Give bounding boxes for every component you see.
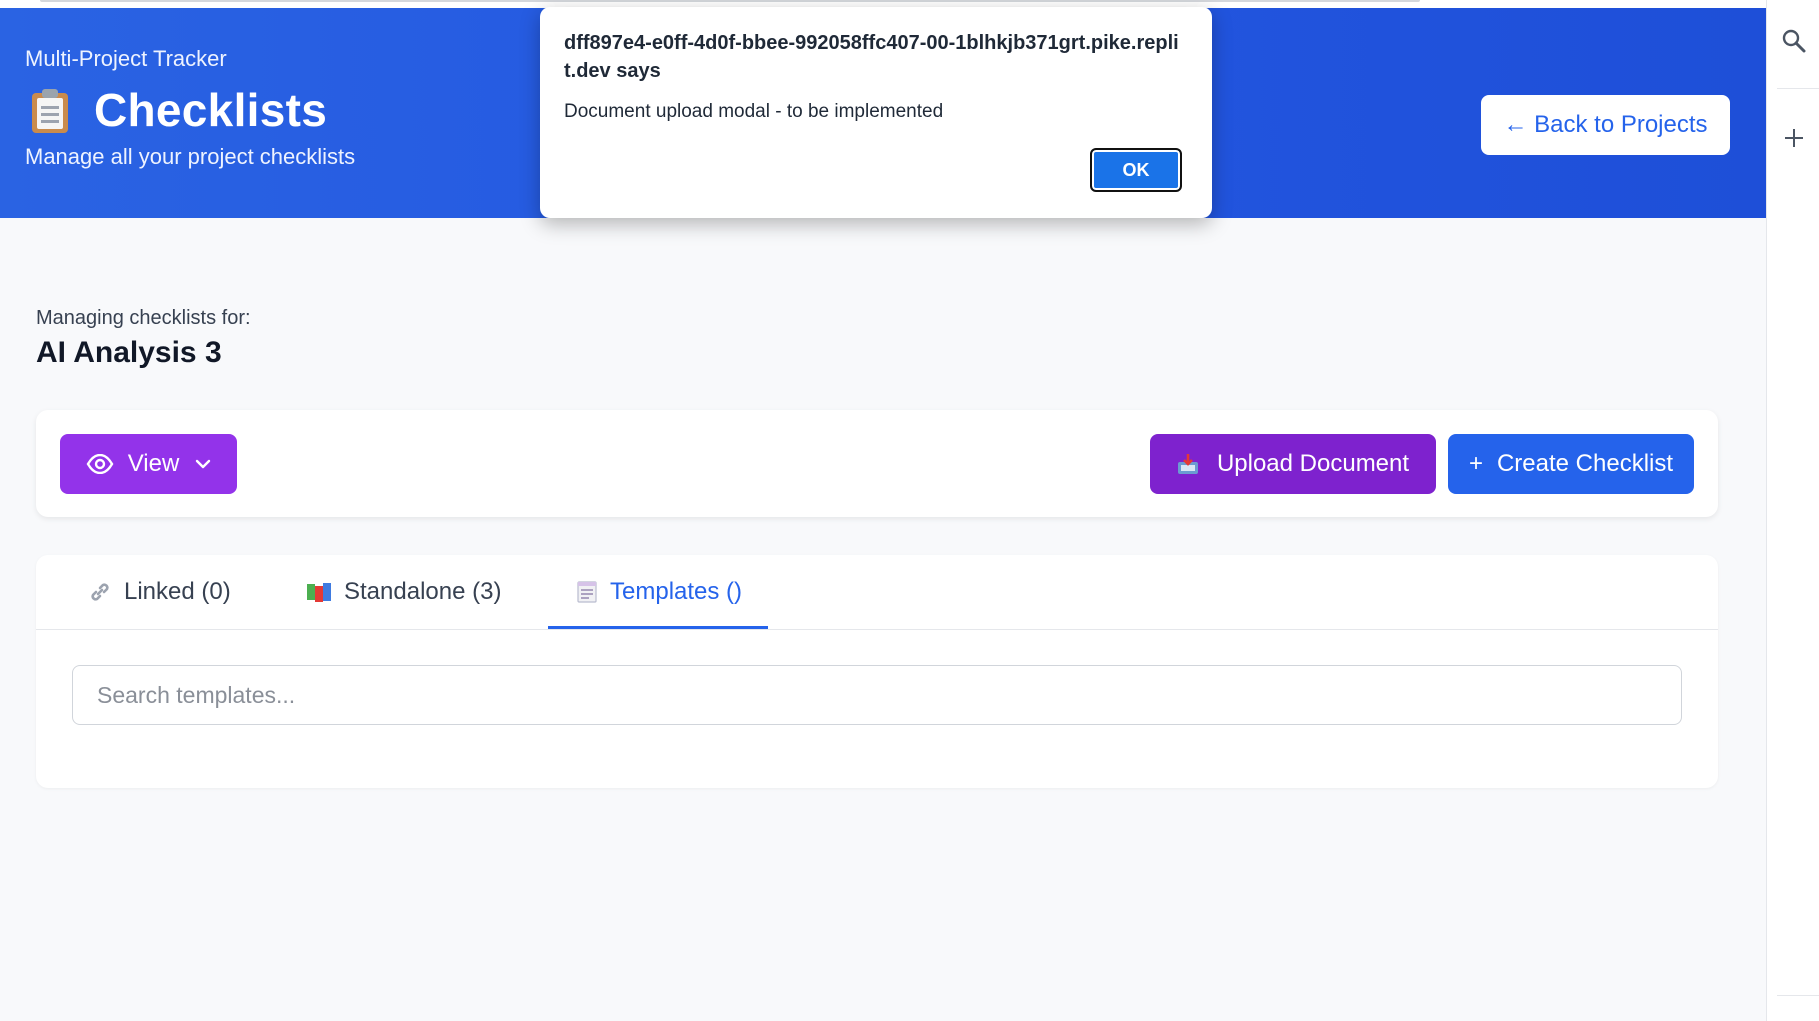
page-subtitle: Manage all your project checklists <box>25 144 356 169</box>
plus-icon[interactable] <box>1781 125 1807 151</box>
books-icon <box>306 581 332 603</box>
search-templates-input[interactable] <box>72 665 1682 725</box>
inbox-tray-icon <box>1177 453 1199 475</box>
project-label: Managing checklists for: <box>36 307 251 329</box>
app-name: Multi-Project Tracker <box>25 46 227 71</box>
tab-templates-label: Templates () <box>610 578 743 605</box>
chevron-down-icon <box>195 459 211 469</box>
upload-label: Upload Document <box>1216 450 1410 477</box>
tab-linked-label: Linked (0) <box>124 578 231 605</box>
project-name: AI Analysis 3 <box>36 336 222 369</box>
view-dropdown-button[interactable]: View <box>60 434 237 494</box>
browser-side-panel <box>1766 0 1819 1021</box>
tab-standalone-label: Standalone (3) <box>344 578 502 605</box>
tab-bar: Linked (0) Standalone (3) Templates () <box>36 555 1718 630</box>
view-label: View <box>127 450 180 477</box>
title-row: Checklists <box>30 83 327 137</box>
active-tab-indicator <box>548 626 768 629</box>
search-icon[interactable] <box>1781 28 1807 54</box>
create-label: Create Checklist <box>1496 450 1674 477</box>
create-checklist-button[interactable]: + Create Checklist <box>1448 434 1694 494</box>
ok-button[interactable]: OK <box>1090 148 1182 192</box>
page-title: Checklists <box>94 84 328 136</box>
tabs-card: Linked (0) Standalone (3) Templates () <box>36 555 1718 788</box>
tab-templates[interactable]: Templates () <box>576 555 742 629</box>
dialog-title: dff897e4-e0ff-4d0f-bbee-992058ffc407-00-… <box>564 32 1179 82</box>
upload-document-button[interactable]: Upload Document <box>1150 434 1436 494</box>
side-panel-divider <box>1777 88 1819 89</box>
template-icon <box>576 580 598 604</box>
side-panel-divider-bottom <box>1777 995 1819 996</box>
tab-standalone[interactable]: Standalone (3) <box>306 555 501 629</box>
eye-icon <box>86 454 114 474</box>
tab-linked[interactable]: Linked (0) <box>88 555 231 629</box>
plus-icon: + <box>1468 450 1483 477</box>
link-icon <box>88 580 112 604</box>
alert-dialog: dff897e4-e0ff-4d0f-bbee-992058ffc407-00-… <box>540 7 1212 218</box>
checklist-toolbar: View Upload Document + Create Checklist <box>36 410 1718 517</box>
dialog-message: Document upload modal - to be implemente… <box>564 101 944 122</box>
back-to-projects-button[interactable]: ← Back to Projects <box>1481 95 1730 155</box>
clipboard-icon <box>30 87 70 133</box>
